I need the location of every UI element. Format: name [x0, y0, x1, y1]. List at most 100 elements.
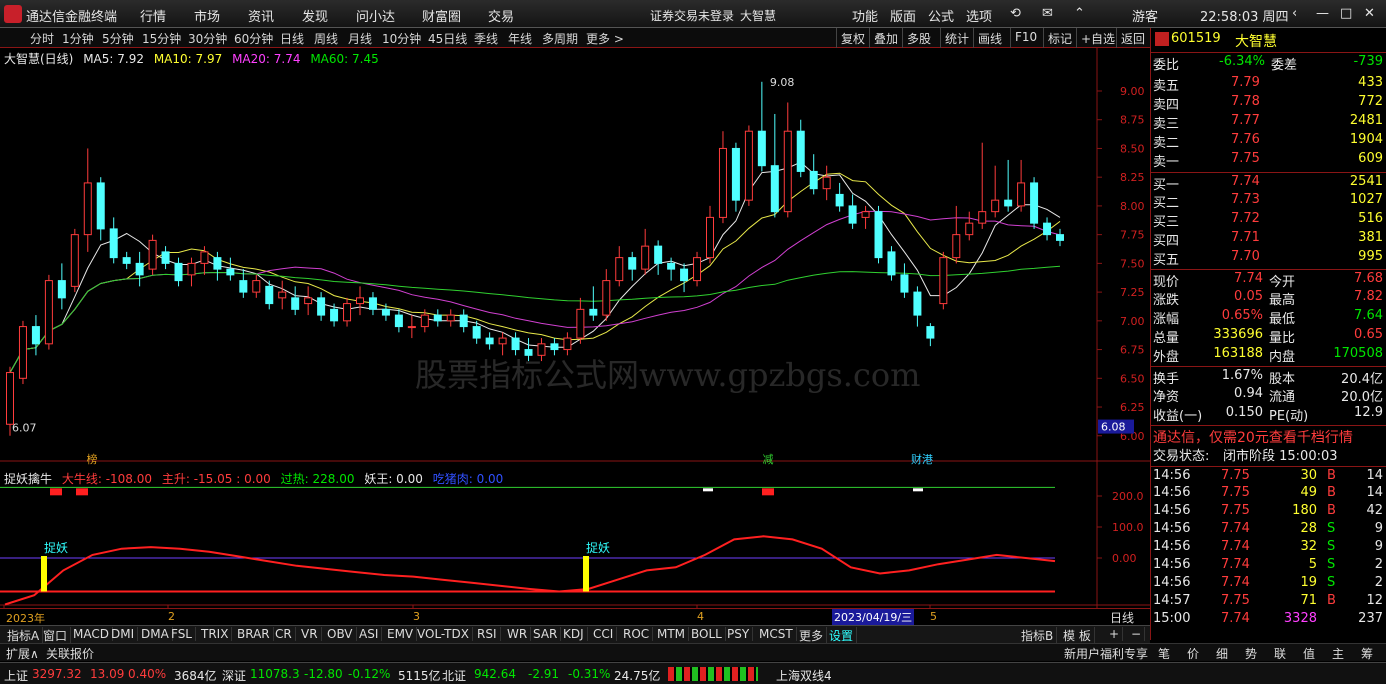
multi-stock-button[interactable]: 多股: [902, 28, 935, 48]
period-fenshi[interactable]: 分时: [30, 30, 54, 47]
indicator-tab[interactable]: FSL: [168, 627, 196, 641]
candle[interactable]: [135, 262, 144, 276]
menu-discover[interactable]: 发现: [302, 6, 328, 25]
candle[interactable]: [693, 257, 702, 282]
candle[interactable]: [472, 326, 481, 339]
candle[interactable]: [200, 251, 209, 264]
candle[interactable]: [848, 205, 857, 224]
candle[interactable]: [317, 297, 326, 316]
indicator-tab[interactable]: VR: [298, 627, 322, 641]
indicator-tab[interactable]: CCI: [590, 627, 618, 641]
candle[interactable]: [420, 314, 429, 328]
candle[interactable]: [511, 337, 520, 351]
quote-tab[interactable]: 筹: [1361, 645, 1373, 662]
candle[interactable]: [576, 308, 585, 339]
ask-row[interactable]: 卖四 7.78 772: [1151, 93, 1386, 113]
candle[interactable]: [667, 262, 676, 270]
candle[interactable]: [628, 257, 637, 270]
bid-row[interactable]: 买三 7.72 516: [1151, 210, 1386, 230]
indicator-tab[interactable]: CR: [272, 627, 296, 641]
candle[interactable]: [615, 257, 624, 282]
indicator-tab[interactable]: ROC: [620, 627, 654, 641]
candle[interactable]: [161, 251, 170, 264]
candle[interactable]: [602, 280, 611, 316]
collapse-icon[interactable]: ⌃: [1074, 6, 1085, 21]
indicator-tab[interactable]: OBV: [324, 627, 357, 641]
candle[interactable]: [861, 211, 870, 218]
period-60min[interactable]: 60分钟: [234, 30, 273, 47]
candle[interactable]: [265, 285, 274, 305]
menu-quote[interactable]: 行情: [140, 6, 166, 25]
candle[interactable]: [278, 291, 287, 299]
indicator-tab[interactable]: 更多: [796, 627, 828, 644]
candle[interactable]: [6, 372, 14, 425]
candle[interactable]: [939, 257, 948, 305]
candle[interactable]: [239, 280, 248, 293]
candle[interactable]: [952, 234, 961, 259]
indicator-tab[interactable]: BRAR: [234, 627, 274, 641]
indicator-right-tab[interactable]: −: [1128, 627, 1146, 641]
candle[interactable]: [57, 280, 66, 299]
indicator-tab[interactable]: PSY: [724, 627, 754, 641]
candle[interactable]: [926, 326, 935, 339]
candle[interactable]: [900, 274, 909, 293]
new-user-promo[interactable]: 新用户福利专享: [1064, 645, 1148, 662]
bid-row[interactable]: 买五 7.70 995: [1151, 248, 1386, 268]
overlay-button[interactable]: 叠加: [869, 28, 902, 48]
candle[interactable]: [368, 297, 377, 310]
candle[interactable]: [96, 182, 105, 230]
sz-label[interactable]: 深证: [222, 667, 246, 684]
user-label[interactable]: 游客: [1132, 6, 1158, 25]
candle[interactable]: [796, 130, 805, 172]
candle[interactable]: [44, 280, 53, 345]
indicator-tab[interactable]: 设置: [826, 627, 858, 644]
ask-row[interactable]: 卖一 7.75 609: [1151, 150, 1386, 170]
period-season[interactable]: 季线: [474, 30, 498, 47]
indicator-tab[interactable]: SAR: [530, 627, 562, 641]
event-tag-finance[interactable]: 财港: [911, 452, 933, 466]
candle[interactable]: [757, 130, 766, 167]
add-watchlist-button[interactable]: +自选: [1076, 28, 1119, 48]
candle[interactable]: [783, 130, 792, 213]
candle[interactable]: [641, 245, 650, 270]
indicator-tab[interactable]: ASI: [356, 627, 383, 641]
event-tag-reduce[interactable]: 减: [763, 453, 774, 466]
indicator-tab[interactable]: MTM: [654, 627, 690, 641]
quote-tab[interactable]: 笔: [1158, 645, 1170, 662]
candle[interactable]: [731, 147, 740, 201]
period-45day[interactable]: 45日线: [428, 30, 467, 47]
indicator-tab[interactable]: MACD: [70, 627, 113, 641]
candle[interactable]: [148, 239, 157, 270]
mail-icon[interactable]: ✉: [1042, 6, 1053, 21]
candle[interactable]: [213, 257, 222, 270]
quote-tab[interactable]: 势: [1245, 645, 1257, 662]
f10-button[interactable]: F10: [1010, 28, 1041, 48]
candle[interactable]: [654, 245, 663, 264]
menu-market[interactable]: 市场: [194, 6, 220, 25]
refresh-icon[interactable]: ⟲: [1010, 6, 1021, 21]
menu-layout[interactable]: 版面: [890, 6, 916, 25]
candle[interactable]: [744, 130, 753, 201]
candle[interactable]: [913, 291, 922, 316]
period-10min[interactable]: 10分钟: [382, 30, 421, 47]
indicator-right-tab[interactable]: +: [1106, 627, 1124, 641]
indicator-tab[interactable]: BOLL: [688, 627, 726, 641]
indicator-tab[interactable]: 窗口: [40, 627, 72, 644]
ask-row[interactable]: 卖五 7.79 433: [1151, 74, 1386, 94]
menu-formula[interactable]: 公式: [928, 6, 954, 25]
period-more[interactable]: 更多 >: [586, 30, 624, 47]
indicator-tab[interactable]: MCST: [756, 627, 797, 641]
ask-row[interactable]: 卖二 7.76 1904: [1151, 131, 1386, 151]
menu-function[interactable]: 功能: [852, 6, 878, 25]
period-5min[interactable]: 5分钟: [102, 30, 134, 47]
candle[interactable]: [407, 326, 416, 329]
period-multi[interactable]: 多周期: [542, 30, 578, 47]
menu-options[interactable]: 选项: [966, 6, 992, 25]
indicator-tab[interactable]: TRIX: [198, 627, 233, 641]
back-icon[interactable]: ‹: [1292, 6, 1297, 21]
period-30min[interactable]: 30分钟: [188, 30, 227, 47]
period-label[interactable]: 日线: [1110, 609, 1134, 626]
candle[interactable]: [304, 297, 313, 305]
promo-row[interactable]: 通达信，仅需20元查看千档行情: [1151, 425, 1386, 446]
candle[interactable]: [109, 228, 118, 259]
